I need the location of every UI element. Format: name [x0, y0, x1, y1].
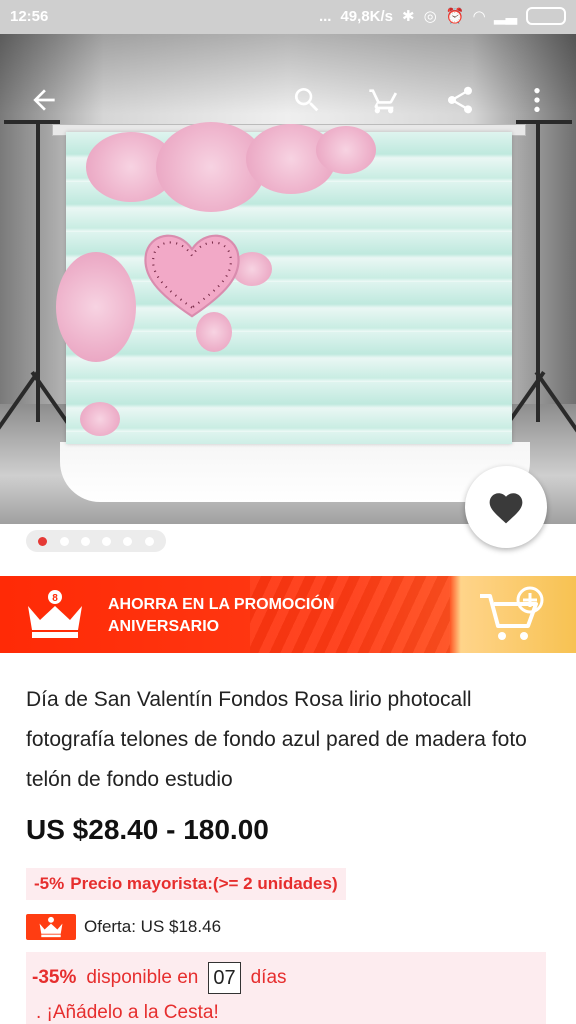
share-button[interactable] — [438, 78, 482, 122]
status-indicators: ... 49,8K/s ✱ ◎ ⏰ ◠ ▂▃ — [319, 7, 566, 25]
share-icon — [447, 86, 473, 114]
pager-dot[interactable] — [102, 536, 112, 546]
add-to-cart-icon — [480, 586, 544, 640]
search-button[interactable] — [285, 78, 329, 122]
promo-line1: AHORRA EN LA PROMOCIÓN — [108, 596, 335, 613]
status-bar: 12:56 ... 49,8K/s ✱ ◎ ⏰ ◠ ▂▃ — [0, 0, 576, 34]
alarm-icon: ⏰ — [445, 8, 465, 25]
wholesale-text: Precio mayorista:(>= 2 unidades) — [70, 874, 338, 893]
battery-icon — [526, 7, 566, 25]
pager-dot[interactable] — [59, 536, 69, 546]
data-saver-icon: ◎ — [423, 8, 437, 25]
signal-icon: ▂▃ — [493, 8, 517, 25]
more-button[interactable] — [515, 78, 559, 122]
promo-line2: ANIVERSARIO — [108, 618, 220, 635]
pager-dot[interactable] — [80, 536, 90, 546]
image-toolbar — [0, 78, 576, 144]
offer-row: Oferta: US $18.46 — [26, 914, 221, 940]
status-dots: ... — [318, 7, 332, 25]
pager-dot[interactable] — [38, 536, 48, 546]
cart-button[interactable] — [362, 78, 406, 122]
product-price: US $28.40 - 180.00 — [26, 814, 269, 845]
back-button[interactable] — [22, 78, 66, 122]
promo-banner[interactable]: 8 AHORRA EN LA PROMOCIÓN ANIVERSARIO — [0, 576, 576, 653]
pager-dot[interactable] — [123, 536, 133, 546]
heart-decoration — [144, 234, 240, 318]
svg-text:8: 8 — [52, 593, 58, 604]
heart-icon — [489, 493, 523, 524]
crown-badge — [26, 914, 76, 940]
wishlist-button[interactable] — [465, 466, 547, 548]
discount-percent: -35% — [32, 967, 77, 988]
offer-price: Oferta: US $18.46 — [84, 917, 222, 936]
backdrop-photo — [56, 122, 512, 444]
product-image[interactable] — [0, 34, 576, 524]
discount-text: disponible en — [86, 967, 199, 988]
bluetooth-icon: ✱ — [402, 8, 415, 25]
discount-box[interactable]: -35% disponible en 07 días . ¡Añádelo a … — [26, 952, 546, 1024]
status-time: 12:56 — [10, 8, 49, 25]
discount-days-label: días — [250, 967, 287, 988]
add-to-cart-prompt: . ¡Añádelo a la Cesta! — [36, 1002, 219, 1023]
crown-icon — [39, 916, 63, 938]
image-pager[interactable] — [26, 530, 166, 552]
pager-dot[interactable] — [144, 536, 154, 546]
promo-text: AHORRA EN LA PROMOCIÓN ANIVERSARIO — [108, 594, 334, 638]
search-icon — [294, 88, 319, 112]
crown-icon: 8 — [28, 590, 82, 638]
product-title: Día de San Valentín Fondos Rosa lirio ph… — [26, 688, 527, 791]
discount-days: 07 — [208, 962, 241, 994]
wholesale-tag[interactable]: -5% Precio mayorista:(>= 2 unidades) — [26, 868, 346, 900]
more-vertical-icon — [534, 88, 540, 112]
cart-icon — [369, 89, 398, 114]
arrow-left-icon — [33, 89, 55, 111]
wholesale-percent: -5% — [34, 874, 65, 893]
wifi-icon: ◠ — [473, 8, 485, 25]
network-speed: 49,8K/s — [340, 7, 394, 25]
